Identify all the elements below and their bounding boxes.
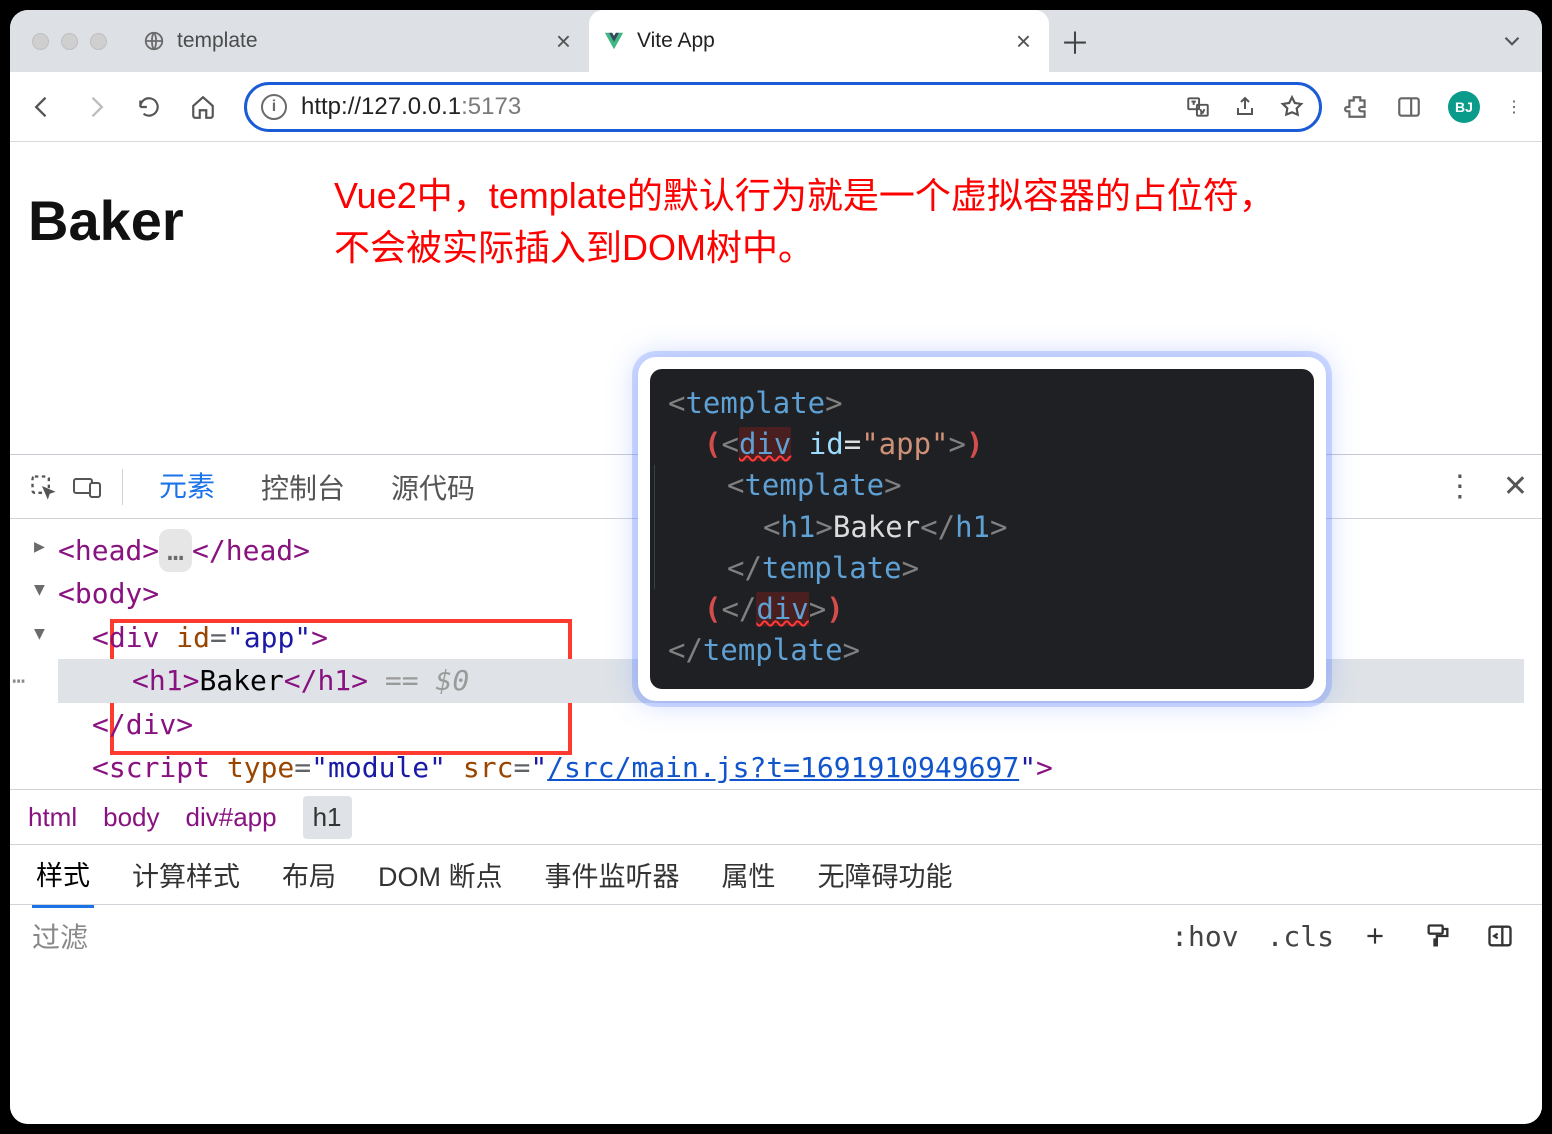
- tab-title: template: [177, 29, 258, 53]
- hov-toggle[interactable]: :hov: [1171, 920, 1238, 953]
- crumb-divapp[interactable]: div#app: [186, 802, 277, 833]
- star-icon[interactable]: [1279, 94, 1305, 120]
- subtab-computed[interactable]: 计算样式: [128, 843, 244, 906]
- new-tab-button[interactable]: ＋: [1049, 10, 1101, 72]
- subtab-event-listeners[interactable]: 事件监听器: [541, 843, 684, 906]
- toggle-sidebar-icon[interactable]: [1486, 922, 1520, 950]
- tab-vite-app[interactable]: Vite App ×: [589, 10, 1049, 72]
- elements-breadcrumb[interactable]: html body div#app h1: [10, 789, 1542, 845]
- close-tab-icon[interactable]: ×: [556, 26, 571, 57]
- home-button[interactable]: [190, 94, 222, 120]
- back-button[interactable]: [28, 93, 60, 121]
- tab-console[interactable]: 控制台: [241, 453, 365, 521]
- dom-node-div-close[interactable]: </div>: [58, 703, 1524, 746]
- tab-sources[interactable]: 源代码: [371, 453, 495, 521]
- subtab-styles[interactable]: 样式: [32, 842, 94, 908]
- subtab-layout[interactable]: 布局: [278, 843, 340, 906]
- inspect-icon[interactable]: [24, 473, 62, 501]
- devtools-close-icon[interactable]: ✕: [1503, 469, 1528, 504]
- tab-strip: template × Vite App × ＋: [10, 10, 1542, 72]
- sidepanel-icon[interactable]: [1396, 94, 1422, 120]
- toolbar-extensions: BJ ⋮: [1344, 91, 1524, 123]
- crumb-html[interactable]: html: [28, 802, 77, 833]
- styles-filter-input[interactable]: 过滤: [32, 916, 792, 956]
- share-icon[interactable]: [1233, 95, 1257, 119]
- maximize-window-icon[interactable]: [90, 33, 107, 50]
- translate-icon[interactable]: [1185, 94, 1211, 120]
- browser-toolbar: i http://127.0.0.1:5173: [10, 72, 1542, 142]
- globe-icon: [143, 30, 165, 52]
- window-controls[interactable]: [10, 10, 129, 72]
- browser-menu-icon[interactable]: ⋮: [1506, 97, 1524, 117]
- dom-node-script[interactable]: <script type="module" src="/src/main.js?…: [58, 746, 1524, 789]
- new-style-rule-icon[interactable]: [1362, 923, 1396, 949]
- styles-filter-bar: 过滤 :hov .cls: [10, 905, 1542, 967]
- annotation-text: Vue2中，template的默认行为就是一个虚拟容器的占位符， 不会被实际插入…: [334, 170, 1522, 274]
- profile-avatar[interactable]: BJ: [1448, 91, 1480, 123]
- minimize-window-icon[interactable]: [61, 33, 78, 50]
- address-bar[interactable]: i http://127.0.0.1:5173: [244, 82, 1322, 132]
- extensions-icon[interactable]: [1344, 94, 1370, 120]
- vue-icon: [603, 30, 625, 52]
- cls-toggle[interactable]: .cls: [1267, 920, 1334, 953]
- page-heading: Baker: [28, 188, 184, 253]
- devtools-menu-icon[interactable]: ⋮: [1445, 469, 1475, 504]
- code-snippet-overlay: <template> (<div id="app">) <template> <…: [638, 357, 1326, 701]
- device-toolbar-icon[interactable]: [68, 474, 106, 500]
- site-info-icon[interactable]: i: [261, 94, 287, 120]
- close-window-icon[interactable]: [32, 33, 49, 50]
- browser-window: template × Vite App × ＋ i: [10, 10, 1542, 1124]
- subtab-dom-breakpoints[interactable]: DOM 断点: [374, 843, 507, 906]
- crumb-body[interactable]: body: [103, 802, 159, 833]
- crumb-h1[interactable]: h1: [303, 796, 352, 839]
- paint-icon[interactable]: [1424, 922, 1458, 950]
- tab-elements[interactable]: 元素: [139, 451, 235, 522]
- tab-title: Vite App: [637, 29, 715, 53]
- subtab-accessibility[interactable]: 无障碍功能: [814, 843, 957, 906]
- styles-subtabs: 样式 计算样式 布局 DOM 断点 事件监听器 属性 无障碍功能: [10, 845, 1542, 905]
- forward-button[interactable]: [82, 93, 114, 121]
- close-tab-icon[interactable]: ×: [1016, 26, 1031, 57]
- url-text: http://127.0.0.1:5173: [301, 93, 521, 121]
- reload-button[interactable]: [136, 94, 168, 120]
- code-snippet: <template> (<div id="app">) <template> <…: [650, 369, 1314, 689]
- tabs-overflow-button[interactable]: [1482, 10, 1542, 72]
- tab-template[interactable]: template ×: [129, 10, 589, 72]
- subtab-properties[interactable]: 属性: [718, 843, 780, 906]
